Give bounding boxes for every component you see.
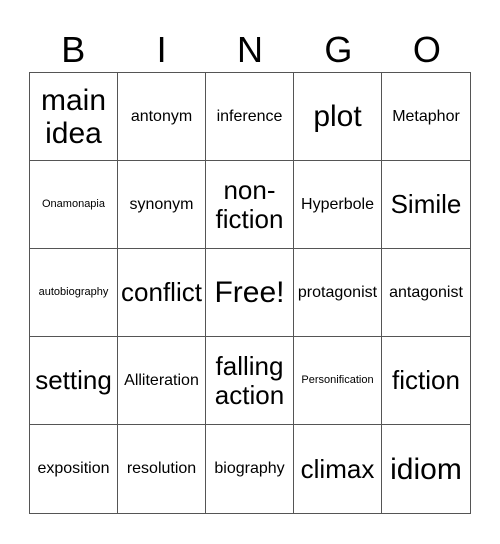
- bingo-cell[interactable]: fiction: [382, 337, 470, 425]
- bingo-grid: main idea antonym inference plot Metaphor Ona…: [29, 72, 471, 514]
- bingo-cell[interactable]: Metaphor: [382, 73, 470, 161]
- bingo-cell[interactable]: Hyperbole: [294, 161, 382, 249]
- bingo-cell[interactable]: Alliteration: [118, 337, 206, 425]
- bingo-cell[interactable]: Simile: [382, 161, 470, 249]
- bingo-cell[interactable]: antagonist: [382, 249, 470, 337]
- bingo-cell[interactable]: Onamonapia: [30, 161, 118, 249]
- header-letter-b: B: [61, 29, 86, 70]
- bingo-cell[interactable]: main idea: [30, 73, 118, 161]
- bingo-cell[interactable]: synonym: [118, 161, 206, 249]
- bingo-cell[interactable]: plot: [294, 73, 382, 161]
- bingo-header: B I N G O: [29, 28, 471, 72]
- bingo-cell[interactable]: Personification: [294, 337, 382, 425]
- bingo-cell[interactable]: setting: [30, 337, 118, 425]
- free-space-cell[interactable]: Free!: [206, 249, 294, 337]
- bingo-cell[interactable]: climax: [294, 425, 382, 513]
- header-letter-g: G: [324, 29, 353, 70]
- bingo-cell[interactable]: inference: [206, 73, 294, 161]
- bingo-cell[interactable]: autobiography: [30, 249, 118, 337]
- bingo-cell[interactable]: antonym: [118, 73, 206, 161]
- bingo-cell[interactable]: protagonist: [294, 249, 382, 337]
- bingo-cell[interactable]: exposition: [30, 425, 118, 513]
- header-letter-i: I: [156, 29, 167, 70]
- header-letter-o: O: [412, 29, 441, 70]
- header-letter-n: N: [237, 29, 264, 70]
- bingo-cell[interactable]: idiom: [382, 425, 470, 513]
- bingo-cell[interactable]: biography: [206, 425, 294, 513]
- bingo-cell[interactable]: conflict: [118, 249, 206, 337]
- bingo-cell[interactable]: falling action: [206, 337, 294, 425]
- bingo-cell[interactable]: resolution: [118, 425, 206, 513]
- bingo-cell[interactable]: non-fiction: [206, 161, 294, 249]
